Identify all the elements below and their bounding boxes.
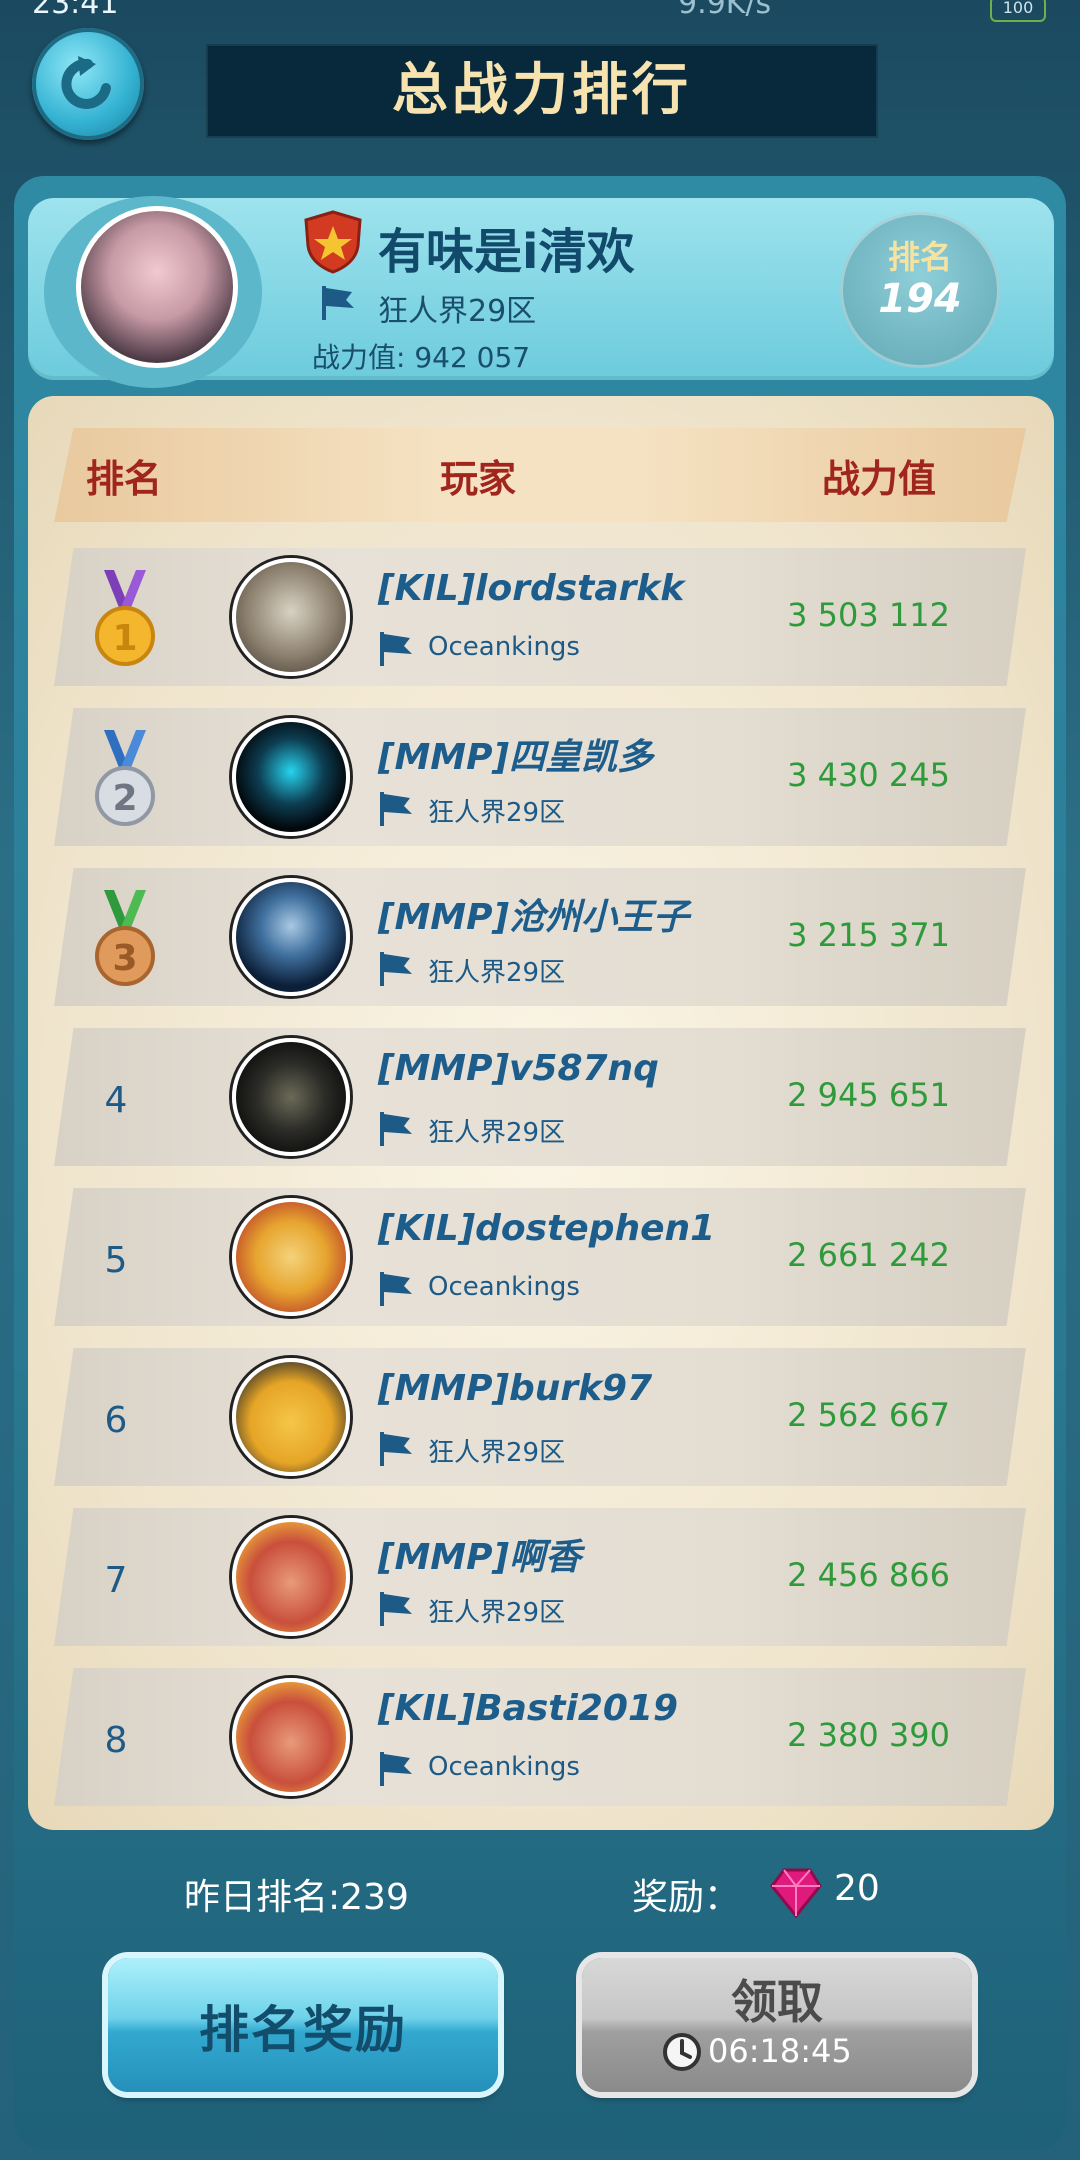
flag-icon [380,1752,412,1786]
player-server: 狂人界29区 [428,798,566,828]
player-name[interactable]: [MMP]啊香 [378,1528,581,1580]
player-server: Oceankings [428,632,580,662]
player-name[interactable]: [KIL]dostephen1 [378,1208,715,1249]
claim-countdown: 06:18:45 [708,2032,852,2070]
my-server: 狂人界29区 [378,294,537,329]
status-net-speed: 9.9K/s [678,0,772,21]
player-power: 2 661 242 [787,1236,950,1274]
gem-icon [770,1868,822,1918]
player-server: Oceankings [428,1272,580,1302]
player-power: 3 503 112 [787,596,950,634]
flag-icon [380,1112,412,1146]
avatar[interactable] [232,1198,350,1316]
rank-number: 8 [104,1720,128,1761]
flag-icon [380,1272,412,1306]
avatar[interactable] [232,878,350,996]
player-server: 狂人界29区 [428,1438,566,1468]
avatar[interactable] [232,718,350,836]
player-power: 2 945 651 [787,1076,950,1114]
page-title: 总战力排行 [392,58,692,123]
player-name[interactable]: [MMP]沧州小王子 [378,888,689,940]
flag-icon [380,1432,412,1466]
battery-icon: 100 [990,0,1046,22]
player-server: 狂人界29区 [428,958,566,988]
my-player-name: 有味是i清欢 [378,224,635,280]
column-header-rank: 排名 [86,457,163,501]
my-rank-value: 194 [878,276,962,322]
yesterday-rank: 昨日排名:239 [184,1877,409,1918]
player-name[interactable]: [KIL]lordstarkk [378,568,684,609]
player-name[interactable]: [MMP]四皇凯多 [378,728,653,780]
rank-number: 4 [104,1080,128,1121]
avatar[interactable] [232,1678,350,1796]
player-power: 2 562 667 [787,1396,950,1434]
avatar[interactable] [232,1038,350,1156]
clock-icon [663,2033,701,2071]
back-arrow-icon [61,56,111,109]
player-server: Oceankings [428,1752,580,1782]
svg-text:3: 3 [112,938,137,979]
column-header-power: 战力值 [822,457,937,501]
bronze-medal-icon: 3 [95,890,155,986]
shield-star-icon [304,210,362,274]
my-power: 战力值: 942 057 [312,341,531,374]
flag-icon [380,952,412,986]
silver-medal-icon: 2 [95,730,155,826]
rank-number: 7 [104,1560,128,1601]
player-power: 3 430 245 [787,756,950,794]
status-time: 23:41 [32,0,119,21]
player-server: 狂人界29区 [428,1118,566,1148]
rank-reward-button-label: 排名奖励 [199,2001,407,2059]
player-name[interactable]: [KIL]Basti2019 [378,1688,678,1729]
player-power: 3 215 371 [787,916,950,954]
status-bar: 23:41 9.9K/s 100 [0,0,1080,24]
reward-label: 奖励： [632,1877,741,1918]
rank-number: 5 [104,1240,128,1281]
avatar[interactable] [232,1358,350,1476]
reward-amount: 20 [834,1868,880,1909]
avatar[interactable] [232,1518,350,1636]
flag-icon [380,792,412,826]
player-server: 狂人界29区 [428,1598,566,1628]
flag-icon [380,1592,412,1626]
rank-number: 6 [104,1400,128,1441]
svg-text:1: 1 [112,618,137,659]
player-name[interactable]: [MMP]v587nq [378,1048,659,1089]
column-header-player: 玩家 [440,457,517,501]
avatar[interactable] [232,558,350,676]
svg-text:2: 2 [112,778,137,819]
back-button[interactable] [32,28,144,140]
player-power: 2 380 390 [787,1716,950,1754]
flag-icon [380,632,412,666]
my-avatar[interactable] [76,206,238,368]
player-power: 2 456 866 [787,1556,950,1594]
claim-button-label: 领取 [731,1975,823,2029]
flag-icon [322,286,354,320]
gold-medal-icon: 1 [95,570,155,666]
player-name[interactable]: [MMP]burk97 [378,1368,652,1409]
my-rank-label: 排名 [887,238,952,276]
